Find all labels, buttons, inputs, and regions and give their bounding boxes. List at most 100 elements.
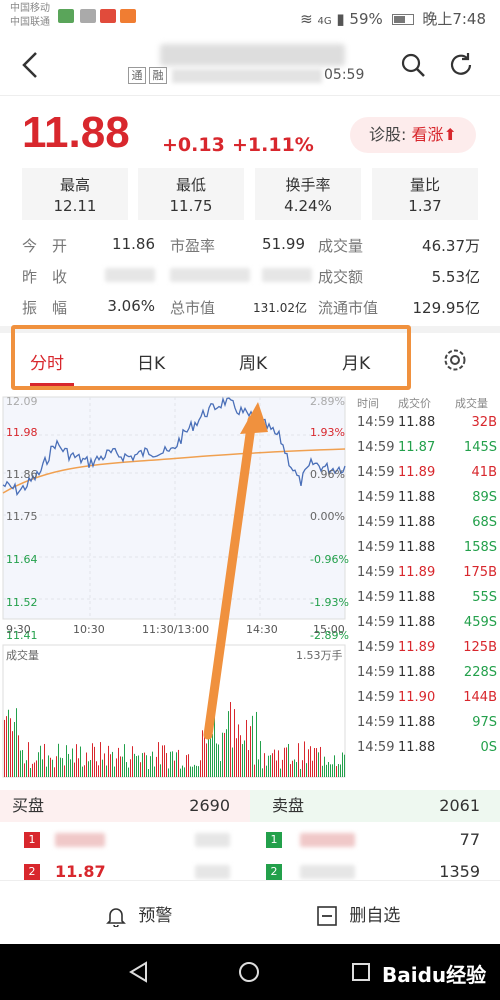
volume-bar [150,756,151,777]
stat-label: 换手率 [285,176,331,194]
volume-bar [232,747,233,777]
trade-price: 11.88 [398,540,436,555]
volume-bar [244,740,245,777]
volume-bar [264,753,265,777]
trade-time: 14:59 [357,440,395,455]
sell-header: 卖盘 2061 [250,790,500,822]
volume-bar [254,764,255,777]
remove-label: 删自选 [349,906,401,926]
volume-bar [60,757,61,777]
volume-bar [142,753,143,777]
volume-bar [266,765,267,777]
volume-bar [162,745,163,777]
buy-price-2: 11.87 [55,862,106,881]
volume-bar [320,746,321,777]
volume-bar [118,747,119,777]
volume-bar [300,768,301,777]
volume-bar [84,765,85,777]
axis-right-3: 0.00% [310,510,345,523]
volume-bar [8,709,9,777]
stat-value: 11.75 [169,197,213,215]
volume-bar [338,764,339,777]
trade-time: 14:59 [357,640,395,655]
price-change-pct: +1.11% [232,134,314,156]
axis-left-2: 11.86 [6,468,38,481]
volume-bar [116,758,117,777]
stat-label: 最高 [59,176,90,194]
trade-time: 14:59 [357,740,395,755]
refresh-icon [450,53,472,75]
volume-bar [304,741,305,777]
volume-bar [236,738,237,777]
volume-bar [20,750,21,777]
nav-home-icon[interactable] [238,961,260,983]
diagnose-button[interactable]: 诊股: 看涨⬆ [350,117,476,153]
carrier-1: 中国移动 [10,3,50,14]
volume-bar [268,755,269,777]
trade-price: 11.88 [398,665,436,680]
back-button[interactable] [20,50,40,87]
label-pe: 市盈率 [170,237,216,255]
battery-percent: 59% [349,10,383,28]
label-amplitude: 振 幅 [22,299,68,317]
price-change: +0.13 [162,134,225,156]
volume-bar [28,742,29,777]
volume-bar [186,755,187,777]
redacted-sell-price-2 [300,865,355,879]
trade-row: 14:59 11.88 32B [357,415,497,440]
volume-bar [156,756,157,777]
stat-value: 4.24% [284,197,332,215]
volume-bar [302,760,303,777]
trade-row: 14:59 11.89 175B [357,565,497,590]
volume-bar [92,743,93,777]
search-icon [401,53,425,77]
chart-settings-button[interactable] [442,347,468,373]
minus-box-icon [317,906,337,926]
trade-time: 14:59 [357,490,395,505]
search-button[interactable] [400,52,426,82]
redacted-field [170,268,250,282]
volume-bar [324,756,325,777]
refresh-button[interactable] [448,52,474,82]
volume-bar [148,768,149,777]
volume-bar [94,746,95,777]
volume-bar [132,746,133,777]
volume-bar [14,721,15,777]
volume-bar [206,743,207,777]
volume-bar [100,742,101,777]
volume-bar [200,760,201,777]
alert-button[interactable]: 预警 [105,901,172,928]
volume-bar [154,766,155,777]
volume-label: 成交量 [6,649,39,662]
trade-price: 11.90 [398,690,436,705]
volume-bar [260,741,261,777]
volume-bar [138,755,139,777]
label-prev-close: 昨 收 [22,268,68,286]
remove-watchlist-button[interactable]: 删自选 [316,901,400,927]
volume-bar [262,768,263,777]
trade-row: 14:59 11.89 125B [357,640,497,665]
trade-price: 11.89 [398,565,436,580]
nav-recents-icon[interactable] [350,961,372,983]
volume-bar [120,756,121,777]
volume-bar [30,768,31,777]
diagnose-value: 看涨 [411,125,444,144]
redacted-field [262,268,312,282]
volume-bar [328,761,329,777]
value-amplitude: 3.06% [107,297,155,315]
battery-icon [391,14,414,25]
axis-right-1: 1.93% [310,426,345,439]
volume-bar [50,757,51,777]
volume-bar [306,763,307,777]
stat-label: 最低 [175,176,206,194]
volume-bar [158,742,159,777]
volume-bar [258,759,259,777]
nav-back-icon[interactable] [128,961,150,983]
volume-bar [54,767,55,777]
axis-right-2: 0.96% [310,468,345,481]
buy-header: 买盘 2690 [0,790,250,822]
axis-left-4: 11.64 [6,553,38,566]
trade-volume: 125B [463,640,497,655]
intraday-chart[interactable] [0,393,350,778]
volume-bar [286,747,287,777]
